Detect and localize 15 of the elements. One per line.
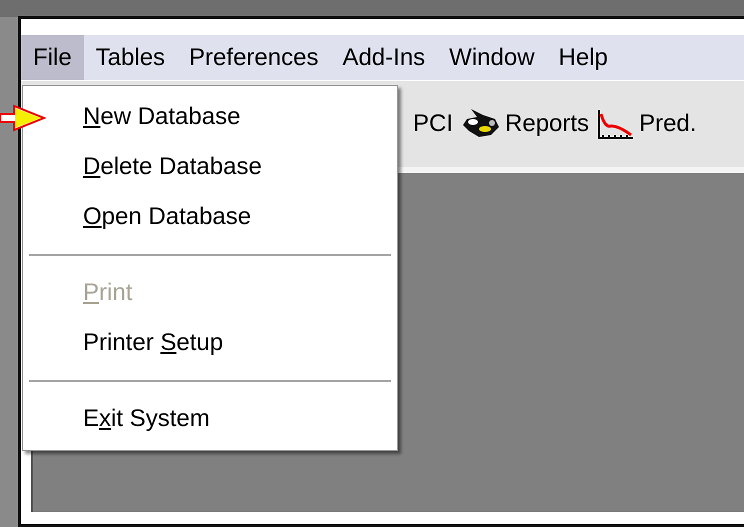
decay-chart-icon <box>597 108 636 140</box>
menu-item[interactable]: Help <box>546 35 620 80</box>
menu-item[interactable]: Exit System <box>49 394 393 444</box>
toolbar-button[interactable]: Pred. <box>597 106 696 142</box>
toolbar-button[interactable]: PCI <box>413 106 454 142</box>
toolbar-button[interactable]: Reports <box>461 106 590 142</box>
menu-item[interactable]: Tables <box>84 35 178 80</box>
menu-item[interactable]: File <box>21 35 84 80</box>
menu-item[interactable]: Printer Setup <box>49 318 393 368</box>
menu-item[interactable]: Delete Database <box>49 142 393 192</box>
menu-item[interactable]: Preferences <box>177 35 330 80</box>
menu-item[interactable]: Window <box>437 35 547 80</box>
menu-item[interactable]: Add-Ins <box>330 35 438 80</box>
menu-item[interactable]: New Database <box>49 92 393 142</box>
menu-item[interactable]: Open Database <box>49 192 393 242</box>
